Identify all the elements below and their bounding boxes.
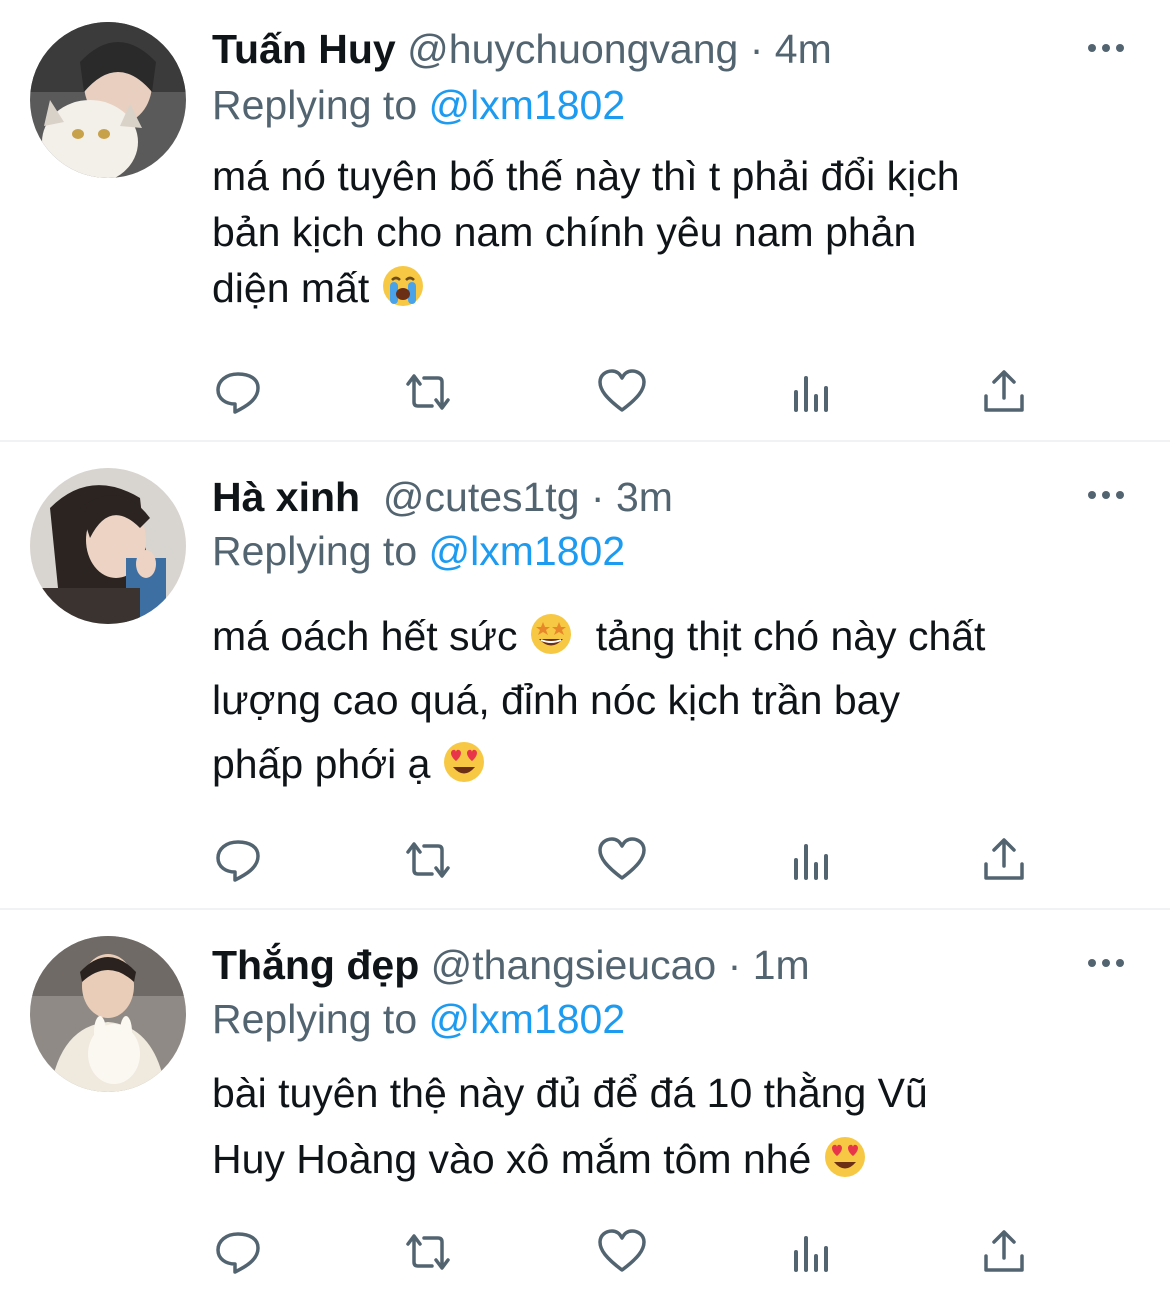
user-handle[interactable]: @huychuongvang	[407, 26, 738, 72]
replying-to: Replying to @lxm1802	[212, 994, 625, 1044]
share-icon[interactable]	[978, 366, 1030, 418]
tweet-actions	[0, 1226, 1170, 1278]
tweet-reply[interactable]: Hà xinh @cutes1tg · 3m Replying to @lxm1…	[0, 442, 1170, 908]
tweet-text-line: má oách hết sức	[212, 613, 518, 659]
heart-eyes-face-icon	[823, 1132, 867, 1177]
replying-to: Replying to @lxm1802	[212, 80, 625, 130]
display-name[interactable]: Thắng đẹp	[212, 942, 419, 988]
user-handle[interactable]: @cutes1tg	[383, 474, 580, 520]
tweet-actions	[0, 834, 1170, 886]
replying-label: Replying to	[212, 528, 418, 574]
analytics-icon[interactable]	[788, 366, 840, 418]
tweet-text-line: Huy Hoàng vào xô mắm tôm nhé	[212, 1136, 812, 1182]
retweet-icon[interactable]	[402, 366, 454, 418]
separator-dot: ·	[727, 942, 742, 988]
tweet-text-line: phấp phới ạ	[212, 741, 431, 787]
retweet-icon[interactable]	[402, 834, 454, 886]
tweet-reply[interactable]: Thắng đẹp @thangsieucao · 1m Replying to…	[0, 910, 1170, 1291]
display-name[interactable]: Hà xinh	[212, 474, 360, 520]
tweet-text-line: bài tuyên thệ này đủ để đá 10 thằng Vũ	[212, 1070, 928, 1116]
tweet-header: Tuấn Huy @huychuongvang · 4m	[212, 24, 832, 74]
star-struck-face-icon	[529, 610, 573, 654]
avatar[interactable]	[30, 22, 186, 178]
tweet-header: Thắng đẹp @thangsieucao · 1m	[212, 940, 810, 990]
replying-label: Replying to	[212, 996, 418, 1042]
tweet-text: bài tuyên thệ này đủ để đá 10 thằng Vũ H…	[212, 1060, 1152, 1192]
like-icon[interactable]	[596, 366, 648, 418]
replying-label: Replying to	[212, 82, 418, 128]
tweet-text: má oách hết sức tảng thịt chó này chất l…	[212, 604, 1152, 796]
tweet-text-line: tảng thịt chó này chất	[595, 613, 986, 659]
timestamp[interactable]: 1m	[753, 942, 810, 988]
tweet-text: má nó tuyên bố thế này thì t phải đổi kị…	[212, 148, 1152, 316]
more-options-icon[interactable]	[1086, 953, 1126, 973]
more-options-icon[interactable]	[1086, 485, 1126, 505]
share-icon[interactable]	[978, 834, 1030, 886]
tweet-reply[interactable]: Tuấn Huy @huychuongvang · 4m Replying to…	[0, 0, 1170, 440]
avatar[interactable]	[30, 468, 186, 624]
retweet-icon[interactable]	[402, 1226, 454, 1278]
tweet-header: Hà xinh @cutes1tg · 3m	[212, 472, 673, 522]
reply-icon[interactable]	[212, 834, 264, 886]
analytics-icon[interactable]	[788, 1226, 840, 1278]
reply-icon[interactable]	[212, 366, 264, 418]
tweet-actions	[0, 366, 1170, 418]
display-name[interactable]: Tuấn Huy	[212, 26, 396, 72]
share-icon[interactable]	[978, 1226, 1030, 1278]
replying-to: Replying to @lxm1802	[212, 526, 625, 576]
reply-mention-link[interactable]: @lxm1802	[429, 996, 626, 1042]
tweet-text-line: lượng cao quá, đỉnh nóc kịch trần bay	[212, 677, 900, 723]
more-options-icon[interactable]	[1086, 38, 1126, 58]
tweet-text-line: má nó tuyên bố thế này thì t phải đổi kị…	[212, 153, 960, 199]
analytics-icon[interactable]	[788, 834, 840, 886]
tweet-text-line: bản kịch cho nam chính yêu nam phản	[212, 209, 917, 255]
timestamp[interactable]: 4m	[775, 26, 832, 72]
like-icon[interactable]	[596, 1226, 648, 1278]
user-handle[interactable]: @thangsieucao	[431, 942, 717, 988]
separator-dot: ·	[590, 474, 605, 520]
tweet-text-line: diện mất	[212, 265, 370, 311]
reply-mention-link[interactable]: @lxm1802	[429, 528, 626, 574]
like-icon[interactable]	[596, 834, 648, 886]
heart-eyes-face-icon	[442, 738, 486, 782]
loudly-crying-face-icon	[381, 264, 425, 308]
separator-dot: ·	[749, 26, 764, 72]
reply-mention-link[interactable]: @lxm1802	[429, 82, 626, 128]
avatar[interactable]	[30, 936, 186, 1092]
timestamp[interactable]: 3m	[616, 474, 673, 520]
reply-icon[interactable]	[212, 1226, 264, 1278]
